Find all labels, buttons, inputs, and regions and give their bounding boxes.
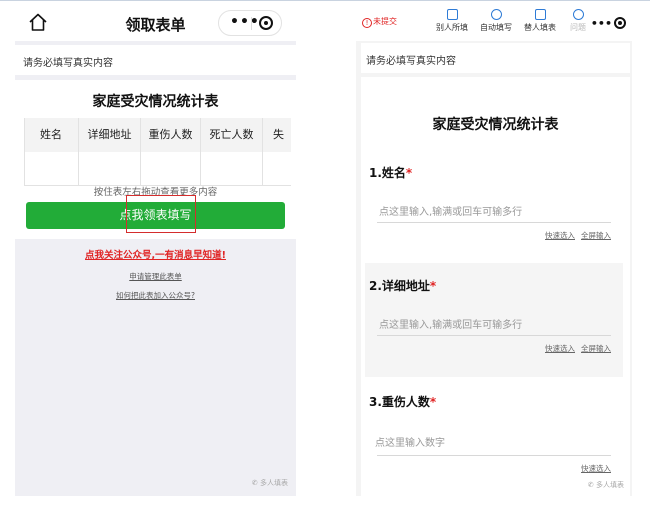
robot-icon — [490, 9, 502, 20]
close-target-icon[interactable] — [259, 16, 273, 30]
alert-icon: ! — [362, 18, 372, 28]
watermark-text: 多人填表 — [260, 479, 288, 487]
table-cell — [201, 152, 263, 186]
question-icon — [572, 9, 584, 20]
question-serious-injuries: 3.重伤人数* 点这里输入数字 快速选入 — [365, 379, 623, 489]
input-links: 快速选入 — [575, 463, 611, 474]
form-body: 家庭受灾情况统计表 1.姓名* 点这里输入,输满或回车可输多行 快速选入 全屏输入… — [361, 77, 630, 496]
apply-manage-link[interactable]: 申请管理此表单 — [15, 271, 296, 282]
question-label: 1.姓名* — [369, 164, 412, 181]
input-underline — [377, 222, 611, 223]
watermark: ✆ 多人填表 — [587, 481, 624, 489]
question-label-text: 3.重伤人数 — [369, 395, 430, 409]
capsule-divider — [251, 17, 252, 30]
watermark: ✆ 多人填表 — [251, 479, 288, 487]
truth-notice: 请务必填写真实内容 — [15, 45, 296, 75]
toolbar-fill-for-others[interactable]: 替人填表 — [524, 9, 556, 33]
question-label: 2.详细地址* — [369, 277, 436, 294]
toolbar-auto-fill[interactable]: 自动填写 — [480, 9, 512, 33]
unsubmitted-status[interactable]: ! 未提交 — [362, 16, 397, 28]
fullscreen-input-link[interactable]: 全屏输入 — [581, 344, 611, 353]
form-landing-screen: 领取表单 ••• 请务必填写真实内容 家庭受灾情况统计表 姓名 详细地址 重伤人… — [15, 5, 296, 496]
follow-account-link[interactable]: 点我关注公众号,一有消息早知道! — [15, 247, 296, 261]
highlight-annotation-box — [126, 195, 196, 233]
toolbar-label: 别人所填 — [436, 23, 468, 32]
toolbar-help[interactable]: 问题 — [570, 9, 586, 33]
table-row — [24, 152, 291, 186]
unsubmitted-label: 未提交 — [373, 17, 397, 26]
form-table-preview[interactable]: 姓名 详细地址 重伤人数 死亡人数 失 — [24, 118, 291, 187]
table-cell — [79, 152, 141, 186]
question-label: 3.重伤人数* — [369, 393, 436, 410]
watermark-text: 多人填表 — [596, 481, 624, 489]
question-label-text: 1.姓名 — [369, 166, 406, 180]
toolbar-label: 自动填写 — [480, 23, 512, 32]
mini-program-capsule[interactable]: ••• — [591, 17, 626, 30]
document-icon — [534, 9, 546, 20]
quick-select-link[interactable]: 快速选入 — [545, 344, 575, 353]
required-mark: * — [429, 395, 437, 409]
input-links: 快速选入 全屏输入 — [539, 230, 611, 241]
column-header: 失 — [273, 128, 284, 141]
follow-account-text[interactable]: 点我关注公众号,一有消息早知道! — [85, 250, 226, 261]
quick-select-link[interactable]: 快速选入 — [581, 464, 611, 473]
nav-bar: 领取表单 ••• — [15, 5, 296, 41]
form-preview-card: 家庭受灾情况统计表 姓名 详细地址 重伤人数 死亡人数 失 按住表左右拖动查看更… — [15, 80, 296, 239]
quick-select-link[interactable]: 快速选入 — [545, 231, 575, 240]
form-title: 家庭受灾情况统计表 — [432, 117, 559, 133]
question-label-text: 2.详细地址 — [369, 279, 430, 293]
book-icon — [446, 9, 458, 20]
question-address: 2.详细地址* 点这里输入,输满或回车可输多行 快速选入 全屏输入 — [365, 263, 623, 377]
toolbar-label: 问题 — [570, 23, 586, 32]
table-cell — [24, 152, 79, 186]
required-mark: * — [405, 166, 413, 180]
form-toolbar: ! 未提交 别人所填 自动填写 替人填表 问题 ••• — [356, 5, 632, 41]
table-cell — [141, 152, 201, 186]
table-border — [24, 118, 25, 186]
input-links: 快速选入 全屏输入 — [539, 343, 611, 354]
address-input[interactable]: 点这里输入,输满或回车可输多行 — [379, 316, 522, 331]
column-header: 姓名 — [24, 118, 79, 152]
input-underline — [377, 335, 611, 336]
required-mark: * — [429, 279, 437, 293]
form-fill-screen: ! 未提交 别人所填 自动填写 替人填表 问题 ••• 请务必填写真实内容 家庭受… — [356, 5, 632, 496]
toolbar-label: 替人填表 — [524, 23, 556, 32]
question-name: 1.姓名* 点这里输入,输满或回车可输多行 快速选入 全屏输入 — [365, 150, 623, 262]
name-input[interactable]: 点这里输入,输满或回车可输多行 — [379, 203, 522, 218]
column-header: 死亡人数 — [201, 118, 263, 152]
close-target-icon[interactable] — [614, 17, 626, 29]
truth-notice: 请务必填写真实内容 — [361, 43, 630, 73]
mini-program-capsule: ••• — [218, 10, 282, 36]
toolbar-others-filled[interactable]: 别人所填 — [436, 9, 468, 33]
column-header: 详细地址 — [79, 118, 141, 152]
more-menu-icon[interactable]: ••• — [230, 14, 260, 30]
column-header: 重伤人数 — [141, 118, 201, 152]
table-header: 姓名 详细地址 重伤人数 死亡人数 失 — [24, 118, 291, 152]
input-underline — [377, 455, 611, 456]
form-title: 家庭受灾情况统计表 — [92, 94, 219, 110]
injuries-number-input[interactable]: 点这里输入数字 — [375, 434, 445, 449]
fullscreen-input-link[interactable]: 全屏输入 — [581, 231, 611, 240]
top-divider — [0, 0, 650, 1]
add-to-account-link[interactable]: 如何把此表加入公众号? — [15, 290, 296, 301]
